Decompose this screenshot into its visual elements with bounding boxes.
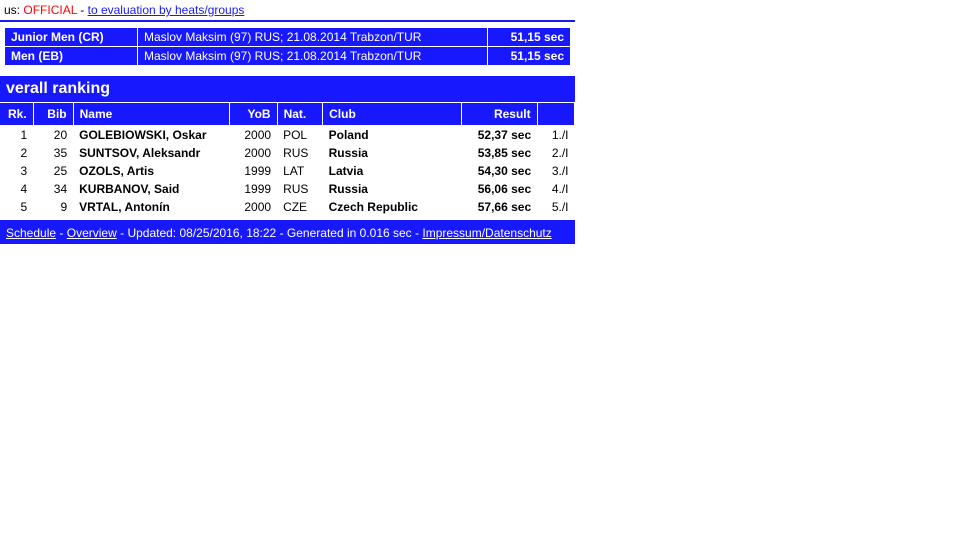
col-club: Club	[323, 103, 462, 126]
cell-name: GOLEBIOWSKI, Oskar	[73, 126, 230, 145]
cell-rk: 4	[0, 180, 33, 198]
cell-club: Poland	[323, 126, 462, 145]
footer-link-schedule[interactable]: Schedule	[6, 226, 56, 240]
cell-bib: 25	[33, 162, 73, 180]
cell-heat: 2./I	[537, 144, 574, 162]
status-bar: us: OFFICIAL - to evaluation by heats/gr…	[0, 0, 575, 22]
cell-result: 53,85 sec	[461, 144, 537, 162]
cell-name: OZOLS, Artis	[73, 162, 230, 180]
col-yob: YoB	[230, 103, 277, 126]
status-prefix: us:	[4, 3, 20, 17]
cell-club: Russia	[323, 144, 462, 162]
cell-nat: RUS	[277, 180, 323, 198]
cell-nat: POL	[277, 126, 323, 145]
section-title-overall-ranking: verall ranking	[0, 76, 575, 103]
cell-name: VRTAL, Antonín	[73, 198, 230, 216]
cell-result: 57,66 sec	[461, 198, 537, 216]
cell-yob: 2000	[230, 126, 277, 145]
cell-result: 54,30 sec	[461, 162, 537, 180]
cell-nat: CZE	[277, 198, 323, 216]
status-official: OFFICIAL	[23, 3, 77, 17]
table-row: 434KURBANOV, Said1999RUSRussia56,06 sec4…	[0, 180, 575, 198]
table-row: 325OZOLS, Artis1999LATLatvia54,30 sec3./…	[0, 162, 575, 180]
cell-heat: 1./I	[537, 126, 574, 145]
cell-club: Latvia	[323, 162, 462, 180]
cell-nat: RUS	[277, 144, 323, 162]
cell-name: KURBANOV, Said	[73, 180, 230, 198]
link-evaluation-by-heats[interactable]: to evaluation by heats/groups	[88, 3, 245, 17]
cell-heat: 3./I	[537, 162, 574, 180]
status-dash: -	[80, 3, 84, 17]
footer-bar: Schedule - Overview - Updated: 08/25/201…	[0, 222, 575, 244]
cell-rk: 5	[0, 198, 33, 216]
cell-rk: 2	[0, 144, 33, 162]
record-time: 51,15 sec	[488, 47, 571, 66]
ranking-table: Rk. Bib Name YoB Nat. Club Result 120GOL…	[0, 103, 575, 216]
record-detail: Maslov Maksim (97) RUS; 21.08.2014 Trabz…	[138, 28, 488, 47]
ranking-header-row: Rk. Bib Name YoB Nat. Club Result	[0, 103, 575, 126]
record-category: Junior Men (CR)	[5, 28, 138, 47]
footer-sep: -	[280, 226, 287, 240]
cell-club: Russia	[323, 180, 462, 198]
col-nat: Nat.	[277, 103, 323, 126]
record-category: Men (EB)	[5, 47, 138, 66]
table-row: 120GOLEBIOWSKI, Oskar2000POLPoland52,37 …	[0, 126, 575, 145]
cell-club: Czech Republic	[323, 198, 462, 216]
cell-rk: 1	[0, 126, 33, 145]
cell-bib: 34	[33, 180, 73, 198]
footer-generated: Generated in 0.016 sec	[287, 226, 412, 240]
table-row: 235SUNTSOV, Aleksandr2000RUSRussia53,85 …	[0, 144, 575, 162]
cell-yob: 2000	[230, 144, 277, 162]
footer-link-overview[interactable]: Overview	[67, 226, 117, 240]
footer-link-impressum[interactable]: Impressum/Datenschutz	[422, 226, 551, 240]
records-table: Junior Men (CR)Maslov Maksim (97) RUS; 2…	[4, 27, 571, 66]
record-row: Men (EB)Maslov Maksim (97) RUS; 21.08.20…	[5, 47, 571, 66]
record-row: Junior Men (CR)Maslov Maksim (97) RUS; 2…	[5, 28, 571, 47]
cell-bib: 20	[33, 126, 73, 145]
cell-yob: 1999	[230, 180, 277, 198]
cell-nat: LAT	[277, 162, 323, 180]
footer-sep: -	[59, 226, 66, 240]
footer-updated: Updated: 08/25/2016, 18:22	[127, 226, 276, 240]
record-time: 51,15 sec	[488, 28, 571, 47]
cell-name: SUNTSOV, Aleksandr	[73, 144, 230, 162]
cell-bib: 35	[33, 144, 73, 162]
cell-yob: 2000	[230, 198, 277, 216]
cell-yob: 1999	[230, 162, 277, 180]
col-bib: Bib	[33, 103, 73, 126]
record-detail: Maslov Maksim (97) RUS; 21.08.2014 Trabz…	[138, 47, 488, 66]
cell-rk: 3	[0, 162, 33, 180]
cell-result: 56,06 sec	[461, 180, 537, 198]
cell-heat: 4./I	[537, 180, 574, 198]
cell-bib: 9	[33, 198, 73, 216]
cell-heat: 5./I	[537, 198, 574, 216]
col-name: Name	[73, 103, 230, 126]
col-rk: Rk.	[0, 103, 33, 126]
col-heat	[537, 103, 574, 126]
cell-result: 52,37 sec	[461, 126, 537, 145]
table-row: 59VRTAL, Antonín2000CZECzech Republic57,…	[0, 198, 575, 216]
col-result: Result	[461, 103, 537, 126]
